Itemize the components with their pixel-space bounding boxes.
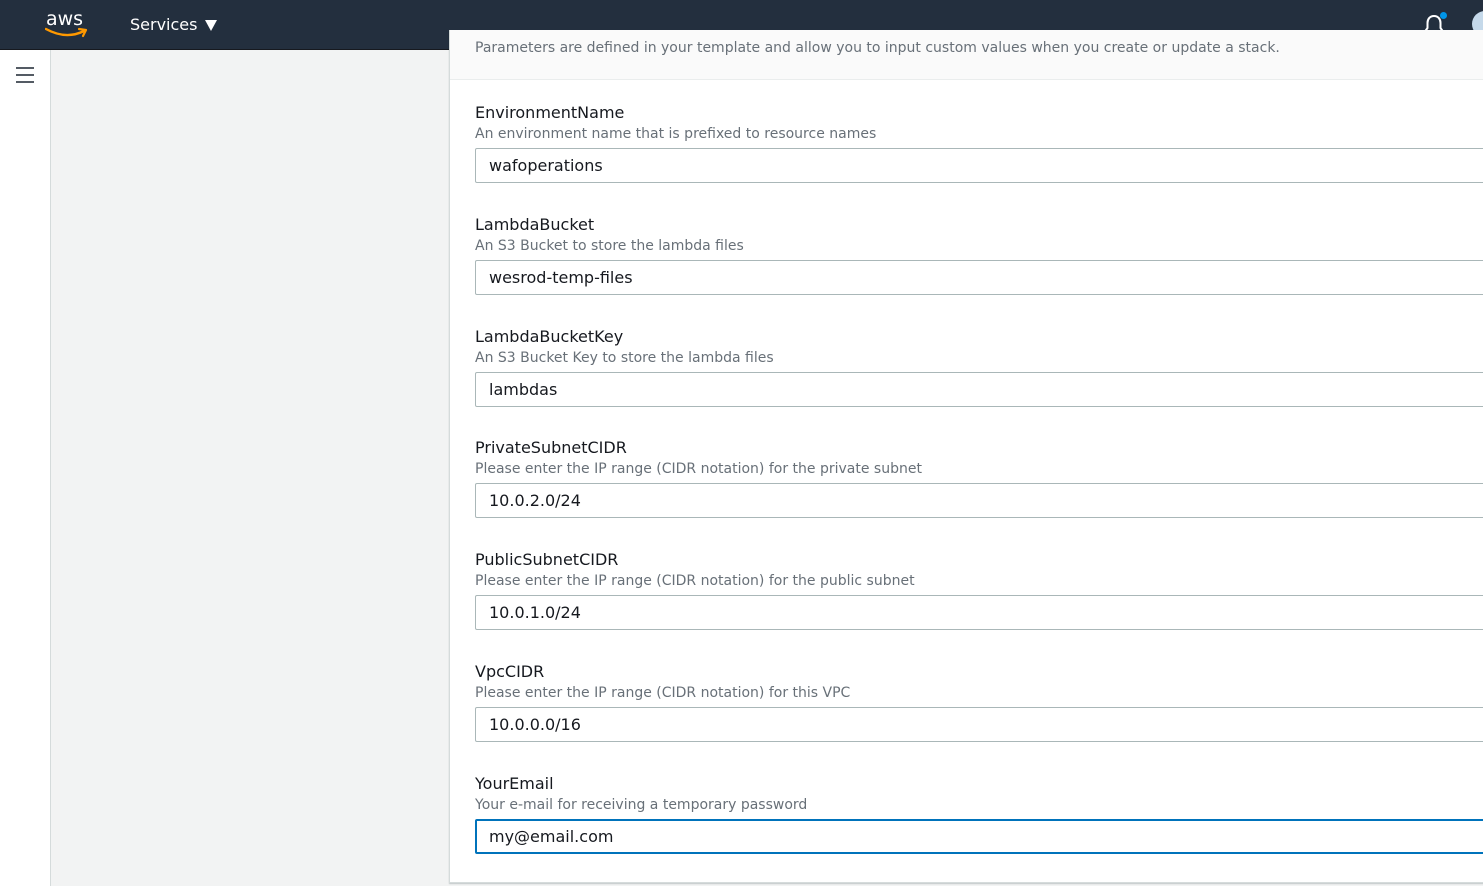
lambda-bucket-key-input[interactable] [475, 372, 1483, 407]
services-label: Services [130, 15, 198, 34]
hamburger-menu-icon[interactable] [16, 67, 34, 83]
parameter-label: VpcCIDR [475, 662, 545, 681]
lambda-bucket-input[interactable] [475, 260, 1483, 295]
services-menu-button[interactable]: Services [130, 13, 218, 37]
parameters-description: Parameters are defined in your template … [475, 40, 1280, 56]
parameter-label: LambdaBucket [475, 215, 595, 234]
public-subnet-cidr-input[interactable] [475, 595, 1483, 630]
parameters-panel-header: Parameters are defined in your template … [450, 30, 1483, 80]
parameter-label: LambdaBucketKey [475, 327, 624, 346]
chevron-down-icon [205, 20, 218, 31]
parameter-label: YourEmail [475, 774, 554, 793]
parameter-description: Please enter the IP range (CIDR notation… [475, 685, 851, 701]
environment-name-input[interactable] [475, 148, 1483, 183]
your-email-input[interactable] [475, 819, 1483, 854]
private-subnet-cidr-input[interactable] [475, 483, 1483, 518]
aws-logo[interactable]: aws [45, 8, 91, 40]
parameter-description: Your e-mail for receiving a temporary pa… [475, 797, 808, 813]
parameter-description: Please enter the IP range (CIDR notation… [475, 461, 922, 477]
aws-smile-icon [45, 27, 88, 38]
parameter-description: An S3 Bucket Key to store the lambda fil… [475, 350, 774, 366]
parameter-label: EnvironmentName [475, 103, 625, 122]
parameter-description: An S3 Bucket to store the lambda files [475, 238, 744, 254]
parameter-label: PrivateSubnetCIDR [475, 438, 627, 457]
parameter-description: Please enter the IP range (CIDR notation… [475, 573, 915, 589]
parameter-label: PublicSubnetCIDR [475, 550, 619, 569]
notification-indicator [1440, 12, 1447, 19]
side-navigation [0, 50, 51, 886]
parameter-description: An environment name that is prefixed to … [475, 126, 877, 142]
parameters-panel: Parameters are defined in your template … [449, 30, 1483, 883]
vpc-cidr-input[interactable] [475, 707, 1483, 742]
